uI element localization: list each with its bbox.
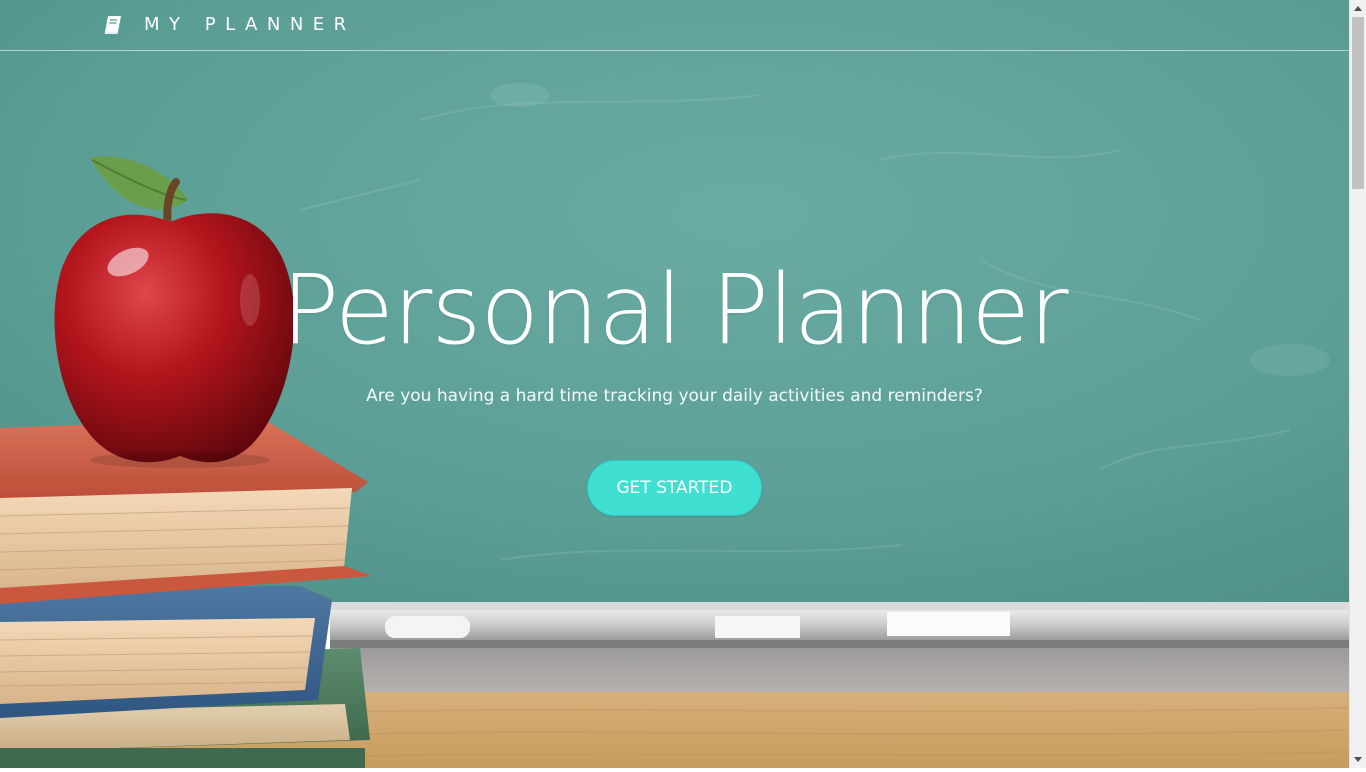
scroll-down-arrow[interactable]	[1350, 751, 1366, 768]
brand-name: MY PLANNER	[144, 14, 356, 35]
book-icon	[104, 15, 122, 35]
scroll-thumb[interactable]	[1352, 17, 1364, 189]
hero-title: Personal Planner	[281, 254, 1068, 366]
top-navbar: MY PLANNER	[0, 0, 1349, 51]
page-viewport: MY PLANNER Personal Planner Are you havi…	[0, 0, 1349, 768]
scroll-up-arrow[interactable]	[1350, 0, 1366, 17]
brand-link[interactable]: MY PLANNER	[104, 14, 356, 36]
vertical-scrollbar[interactable]	[1349, 0, 1366, 768]
hero-subtitle: Are you having a hard time tracking your…	[366, 386, 983, 406]
get-started-button[interactable]: GET STARTED	[587, 460, 762, 516]
